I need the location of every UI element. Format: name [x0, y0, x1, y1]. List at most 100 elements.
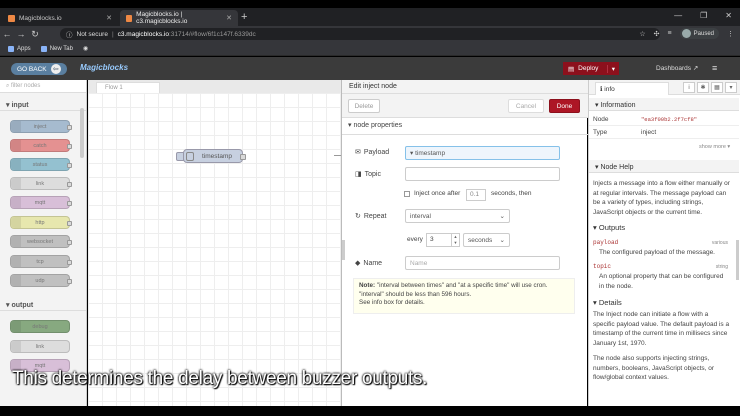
name-label: ◆ Name: [355, 259, 383, 268]
avatar: [681, 29, 691, 38]
app-header: GO BACK ⇦ Magicblocks ▤ Deploy ▾ Dashboa…: [0, 57, 740, 80]
menu-kebab-icon[interactable]: ⋮: [727, 30, 734, 38]
magicblocks-logo: Magicblocks: [80, 63, 129, 72]
palette-node-http[interactable]: http: [10, 216, 72, 229]
workspace-canvas[interactable]: timestamp: [88, 93, 341, 406]
close-tab-icon[interactable]: ✕: [226, 14, 232, 22]
tray-toolbar: Delete Cancel Done: [342, 94, 588, 118]
url-bar[interactable]: ⓘ Not secure | c3.magicblocks.io:31714/#…: [60, 28, 660, 40]
inject-node-label: timestamp: [202, 152, 232, 160]
bookmark-star-icon[interactable]: ☆: [639, 30, 645, 38]
profile-button[interactable]: Paused: [679, 28, 719, 39]
palette-node-websocket[interactable]: websocket: [10, 235, 72, 248]
output-payload: payload: [593, 239, 619, 246]
close-window-icon[interactable]: ✕: [725, 11, 732, 20]
bookmark-globe[interactable]: ◉: [83, 45, 88, 52]
palette-category-output[interactable]: ▾ output: [0, 298, 86, 311]
menu-icon[interactable]: ≡: [712, 63, 717, 73]
outputs-heading[interactable]: ▾ Outputs: [593, 223, 731, 233]
repeat-label: ↻ Repeat: [355, 212, 387, 221]
info-tab-icon[interactable]: i: [683, 82, 695, 93]
info-row-node: Node "ea3f00b2.2f7cf8": [589, 113, 739, 126]
flow-workspace: Flow 1 timestamp: [88, 80, 341, 406]
palette-node-tcp[interactable]: tcp: [10, 255, 72, 268]
inject-node[interactable]: timestamp: [176, 149, 246, 163]
stepper-arrows-icon[interactable]: ▲ ▼: [451, 234, 459, 246]
tag-icon: ◨: [355, 171, 362, 178]
tag-icon: ◆: [355, 260, 361, 267]
palette-node-catch[interactable]: catch: [10, 139, 72, 152]
forward-arrow-icon[interactable]: →: [14, 29, 28, 39]
back-arrow-icon[interactable]: ←: [0, 29, 14, 39]
details-heading[interactable]: ▾ Details: [593, 298, 731, 308]
output-port[interactable]: [240, 154, 246, 160]
reload-icon[interactable]: ↻: [28, 29, 42, 40]
interval-unit-select[interactable]: seconds ⌄: [463, 233, 510, 247]
tab-flow-1[interactable]: Flow 1: [96, 82, 160, 93]
info-icon[interactable]: ⓘ: [66, 29, 73, 39]
palette-node-link-out[interactable]: link: [10, 340, 70, 353]
palette-node-link[interactable]: link: [10, 177, 72, 190]
palette-node-udp[interactable]: udp: [10, 274, 72, 287]
node-help-section[interactable]: ▾ Node Help: [589, 160, 739, 173]
palette-category-input[interactable]: ▾ input: [0, 98, 86, 111]
bookmark-apps[interactable]: Apps: [8, 45, 31, 52]
newtab-icon: [40, 45, 47, 52]
deploy-dropdown-icon[interactable]: ▾: [606, 64, 619, 73]
payload-type-select[interactable]: ▾ timestamp: [405, 146, 560, 160]
tab-info[interactable]: ℹ info: [595, 82, 669, 95]
information-section[interactable]: ▾ Information: [589, 98, 739, 111]
deploy-button[interactable]: ▤ Deploy ▾: [563, 62, 619, 75]
video-frame: Magicblocks.io ✕ Magicblocks.io | c3.mag…: [0, 0, 740, 416]
palette-scrollbar[interactable]: [80, 108, 84, 158]
bookmarks-bar: Apps New Tab ◉: [0, 42, 740, 56]
palette-node-debug[interactable]: debug: [10, 320, 70, 333]
help-intro: Injects a message into a flow either man…: [593, 180, 730, 216]
back-circle-icon: ⇦: [50, 64, 61, 74]
palette-node-status[interactable]: status: [10, 158, 72, 171]
envelope-icon: ✉: [355, 149, 361, 156]
bug-icon[interactable]: ✱: [697, 82, 709, 93]
filter-nodes-input[interactable]: ⌕ filter nodes: [0, 80, 86, 93]
extensions-icon[interactable]: ✣: [654, 30, 660, 38]
delete-button[interactable]: Delete: [348, 99, 380, 113]
dashboards-link[interactable]: Dashboards ↗: [656, 64, 698, 72]
browser-tab[interactable]: Magicblocks.io ✕: [2, 10, 118, 26]
output-topic: topic: [593, 263, 612, 270]
inject-trigger-button[interactable]: [176, 152, 184, 161]
deploy-icon: ▤: [568, 65, 575, 73]
inject-delay-input[interactable]: 0.1: [466, 189, 486, 201]
done-button[interactable]: Done: [549, 99, 580, 113]
browser-tab-active[interactable]: Magicblocks.io | c3.magicblocks.io ✕: [120, 10, 238, 26]
bookmark-new-tab[interactable]: New Tab: [40, 45, 73, 52]
topic-input[interactable]: [405, 167, 560, 181]
interval-stepper[interactable]: 3 ▲ ▼: [426, 233, 460, 247]
inject-once-checkbox[interactable]: [404, 191, 410, 197]
palette-node-inject[interactable]: inject: [10, 120, 72, 133]
media-icon[interactable]: ≡: [668, 30, 672, 37]
name-input[interactable]: Name: [405, 256, 560, 270]
node-properties-section[interactable]: ▾ node properties: [348, 121, 402, 129]
browser-tab-bar: Magicblocks.io ✕ Magicblocks.io | c3.mag…: [0, 8, 740, 26]
show-more-link[interactable]: show more ▾: [699, 144, 730, 150]
new-tab-icon[interactable]: +: [241, 11, 247, 23]
sidebar-scrollbar[interactable]: [736, 240, 739, 280]
profile-status: Paused: [693, 30, 714, 37]
go-back-button[interactable]: GO BACK ⇦: [11, 63, 67, 75]
payload-type: various: [711, 240, 728, 246]
seconds-then-label: seconds, then: [491, 190, 532, 197]
maximize-icon[interactable]: ❐: [700, 11, 707, 20]
tray-resize-handle[interactable]: [342, 240, 345, 260]
palette-node-mqtt[interactable]: mqtt: [10, 196, 72, 209]
sidebar-menu-icon[interactable]: ▾: [725, 82, 737, 93]
repeat-select[interactable]: interval ⌄: [405, 209, 510, 223]
cancel-button[interactable]: Cancel: [508, 99, 544, 113]
close-tab-icon[interactable]: ✕: [106, 14, 112, 22]
inject-note: Note: "interval between times" and "at a…: [353, 278, 575, 314]
chevron-down-icon: ⌄: [499, 213, 505, 220]
dashboard-icon[interactable]: ▦: [711, 82, 723, 93]
topic-desc: An optional property that can be configu…: [599, 273, 724, 290]
wire: [334, 155, 341, 156]
minimize-icon[interactable]: —: [674, 11, 682, 20]
topic-label: ◨ Topic: [355, 170, 381, 179]
